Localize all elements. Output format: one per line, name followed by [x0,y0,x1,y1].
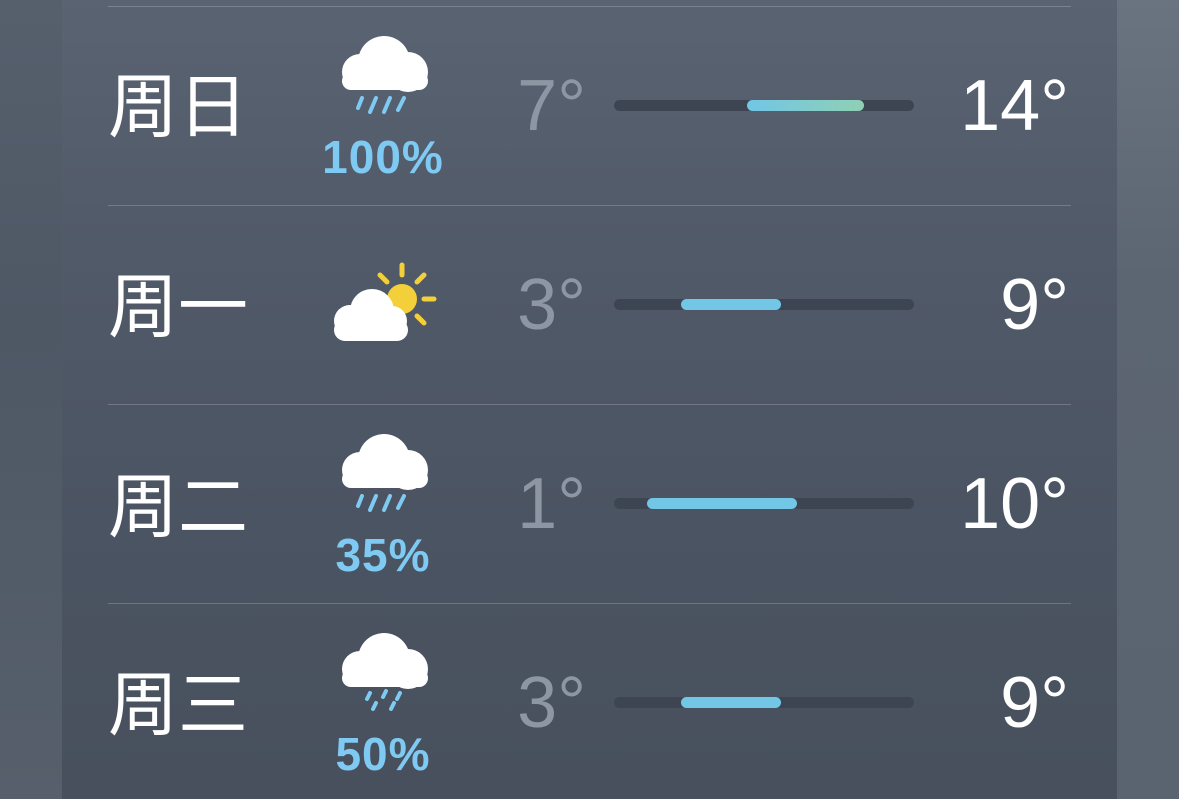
precip-chance: 35% [335,529,431,581]
high-temp: 10° [960,464,1069,544]
precip-chance: 100% [322,131,444,183]
high-temp: 14° [960,66,1069,146]
high-temp: 9° [1000,663,1069,743]
low-temp: 1° [517,464,586,544]
temp-range-bar [614,100,914,111]
forecast-row-wednesday[interactable]: 周三 50% 3° 9° [0,597,1179,796]
high-temp: 9° [1000,265,1069,345]
cloud-rain-icon [342,434,428,512]
cloud-rain-icon [342,36,428,114]
day-label: 周日 [108,68,248,146]
low-temp: 7° [517,66,586,146]
temp-range-fill [747,100,864,111]
cloud-drizzle-icon [342,633,428,711]
temp-range-bar [614,697,914,708]
low-temp: 3° [517,265,586,345]
forecast-row-sunday[interactable]: 周日 100% 7° 14° [0,0,1179,199]
temp-range-fill [680,697,781,708]
temp-range-bar [614,299,914,310]
forecast-row-tuesday[interactable]: 周二 35% 1° 10° [0,398,1179,597]
day-label: 周一 [108,268,248,346]
temp-range-bar [614,498,914,509]
temp-range-fill [647,498,798,509]
day-label: 周三 [108,666,248,744]
forecast-row-monday[interactable]: 周一 3° 9° [0,199,1179,398]
low-temp: 3° [517,663,586,743]
day-label: 周二 [108,468,248,546]
partly-cloudy-icon [334,262,437,341]
temp-range-fill [680,299,781,310]
precip-chance: 50% [335,728,431,780]
